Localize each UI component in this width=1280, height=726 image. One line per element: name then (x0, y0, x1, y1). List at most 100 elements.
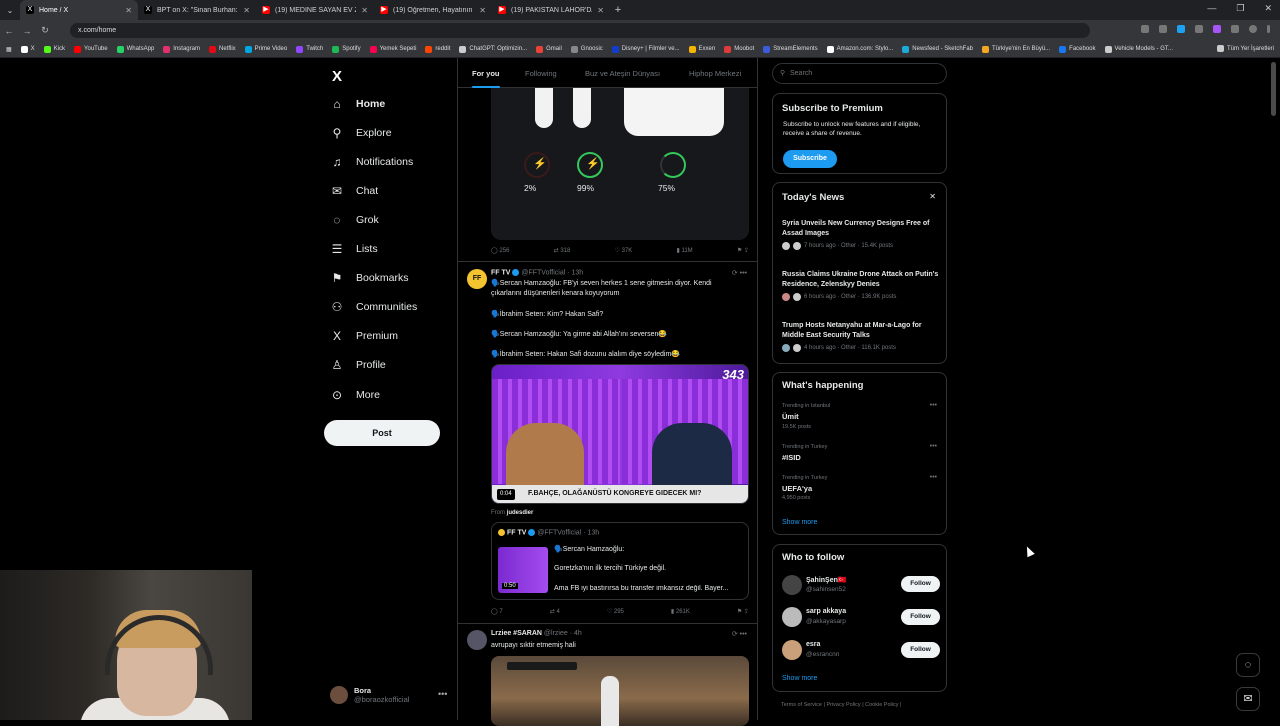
bookmark-item[interactable]: Prime Video (244, 45, 287, 53)
close-tab-icon[interactable]: ✕ (597, 6, 604, 15)
more-dots-icon[interactable]: ••• (930, 443, 937, 450)
minimize-icon[interactable]: — (1207, 3, 1216, 14)
more-dots-icon[interactable]: ••• (930, 474, 937, 481)
bookmark-share[interactable]: ⚑ ⇪ (737, 608, 749, 615)
forward-icon[interactable]: → (18, 26, 36, 36)
extension-icon[interactable] (1213, 25, 1221, 33)
browser-tab[interactable]: X Home / X ✕ (20, 0, 138, 20)
bookmark-share[interactable]: ⚑ ⇪ (737, 247, 749, 254)
quoted-post[interactable]: FF TV @FFTVofficial · 13h 0:50 🗣️Sercan … (491, 522, 749, 600)
nav-item-communities[interactable]: ⚇ Communities (330, 299, 418, 315)
follow-name[interactable]: ŞahinŞen🇹🇷 (806, 576, 847, 584)
post-button[interactable]: Post (324, 420, 440, 446)
bookmark-item[interactable]: Disney+ | Filmler ve... (611, 45, 680, 53)
bookmark-item[interactable]: Twitch (296, 45, 323, 53)
views-button[interactable]: ▮ 11M (676, 247, 692, 254)
follow-button[interactable]: Follow (901, 642, 940, 658)
nav-item-notifications[interactable]: ♫ Notifications (330, 154, 414, 170)
bookmark-item[interactable]: YouTube (74, 45, 108, 53)
bookmark-item[interactable]: Türkiye'nin En Büyü... (982, 45, 1050, 53)
bookmark-item[interactable]: StreamElements (763, 45, 818, 53)
repost-button[interactable]: ⇄ 4 (550, 608, 560, 615)
close-tab-icon[interactable]: ✕ (243, 6, 250, 15)
bookmark-item[interactable]: reddit (425, 45, 450, 53)
media-image[interactable]: ⚡ ⚡ 2% 99% 75% (491, 88, 749, 240)
follow-button[interactable]: Follow (901, 609, 940, 625)
bookmark-item[interactable]: Newsfeed - SketchFab (902, 45, 973, 53)
nav-item-lists[interactable]: ☰ Lists (330, 241, 378, 257)
news-headline[interactable]: Syria Unveils New Currency Designs Free … (782, 219, 942, 238)
more-dots-icon[interactable]: ••• (930, 402, 937, 409)
extension-icon[interactable] (1177, 25, 1185, 33)
author-handle[interactable]: @lrziee · 4h (544, 630, 582, 637)
tab-for-you[interactable]: For you (472, 69, 500, 88)
nav-item-bookmarks[interactable]: ⚑ Bookmarks (330, 270, 409, 286)
tab-buz-ve-atesin-dunyasi[interactable]: Buz ve Ateşin Dünyası (585, 69, 660, 78)
bookmark-item[interactable]: Netflix (208, 45, 236, 53)
browser-tab[interactable]: ▶ (19) Öğretmen, Hayatının Bittiğ... ✕ (374, 0, 492, 20)
show-more-link[interactable]: Show more (782, 675, 817, 682)
tab-search-icon[interactable]: ⌄ (0, 6, 20, 15)
restore-icon[interactable]: ❐ (1236, 3, 1244, 14)
more-dots-icon[interactable]: ⟳ ••• (732, 269, 747, 277)
bookmark-item[interactable]: ChatGPT: Optimizin... (459, 45, 527, 53)
tab-following[interactable]: Following (525, 69, 557, 78)
extension-icon[interactable] (1195, 25, 1203, 33)
avatar[interactable] (782, 607, 802, 627)
like-button[interactable]: ♡ 37K (615, 247, 633, 254)
close-tab-icon[interactable]: ✕ (361, 6, 368, 15)
bookmark-item[interactable]: Gmail (536, 45, 562, 53)
from-name[interactable]: judesdier (507, 510, 534, 516)
nav-item-grok[interactable]: ◌ Grok (330, 212, 378, 228)
subscribe-button[interactable]: Subscribe (783, 150, 837, 168)
address-bar[interactable]: x.com/home (70, 23, 1090, 38)
views-button[interactable]: ▮ 261K (671, 608, 690, 615)
avatar[interactable]: FF (467, 269, 487, 289)
bookmark-item[interactable]: Kick (43, 45, 65, 53)
bookmark-item[interactable]: Facebook (1059, 45, 1096, 53)
avatar[interactable] (467, 630, 487, 650)
more-dots-icon[interactable]: ••• (438, 689, 447, 699)
bookmark-item[interactable]: Yemek Sepeti (369, 45, 416, 53)
nav-item-more[interactable]: ⊙ More (330, 387, 380, 403)
bookmark-item[interactable]: Moobot (724, 45, 754, 53)
nav-item-profile[interactable]: ♙ Profile (330, 357, 386, 373)
avatar[interactable] (782, 575, 802, 595)
follow-name[interactable]: sarp akkaya (806, 608, 846, 615)
like-button[interactable]: ♡ 295 (607, 608, 624, 615)
repost-button[interactable]: ⇄ 318 (554, 247, 571, 254)
show-more-link[interactable]: Show more (782, 519, 817, 526)
author-name[interactable]: FF TV (491, 269, 510, 276)
more-dots-icon[interactable]: ⟳ ••• (732, 630, 747, 638)
follow-button[interactable]: Follow (901, 576, 940, 592)
nav-item-home[interactable]: ⌂ Home (330, 96, 385, 112)
author-name[interactable]: Lrziee #SARAN (491, 630, 542, 637)
tab-hiphop-merkezi[interactable]: Hiphop Merkezi (689, 69, 741, 78)
reply-button[interactable]: ◯ 256 (491, 247, 509, 254)
extension-icon[interactable] (1141, 25, 1149, 33)
search-input[interactable]: ⚲ Search (772, 63, 947, 84)
nav-item-premium[interactable]: X Premium (330, 328, 398, 344)
reload-icon[interactable]: ↻ (36, 25, 54, 36)
nav-item-chat[interactable]: ✉ Chat (330, 183, 378, 199)
trend-name[interactable]: #ISID (782, 453, 801, 462)
nav-item-explore[interactable]: ⚲ Explore (330, 125, 392, 141)
bookmark-item[interactable]: Instagram (163, 45, 200, 53)
video-player[interactable] (491, 656, 749, 726)
profile-icon[interactable] (1249, 25, 1257, 33)
bookmark-item[interactable]: WhatsApp (116, 45, 154, 53)
apps-icon[interactable]: ▦ (6, 46, 12, 53)
extension-icon[interactable] (1159, 25, 1167, 33)
grok-icon[interactable]: ◌ (1236, 653, 1260, 677)
close-window-icon[interactable]: ✕ (1264, 3, 1272, 14)
trend-name[interactable]: Ümit (782, 412, 799, 421)
account-switcher[interactable]: Bora @boraozkofficial ••• (330, 686, 447, 704)
browser-tab[interactable]: X BPT on X: "Sinan Burhan: "Önü... ✕ (138, 0, 256, 20)
menu-icon[interactable] (1267, 25, 1270, 33)
news-headline[interactable]: Russia Claims Ukraine Drone Attack on Pu… (782, 270, 942, 289)
new-tab-icon[interactable]: + (610, 4, 626, 16)
bookmark-item[interactable]: Spotify (332, 45, 361, 53)
video-player[interactable]: 343 0:04 F.BAHÇE, OLAĞANÜSTÜ KONGREYE GI… (491, 364, 749, 504)
bookmark-item[interactable]: X (20, 45, 35, 53)
bookmark-item[interactable]: Gnoosic (570, 45, 603, 53)
